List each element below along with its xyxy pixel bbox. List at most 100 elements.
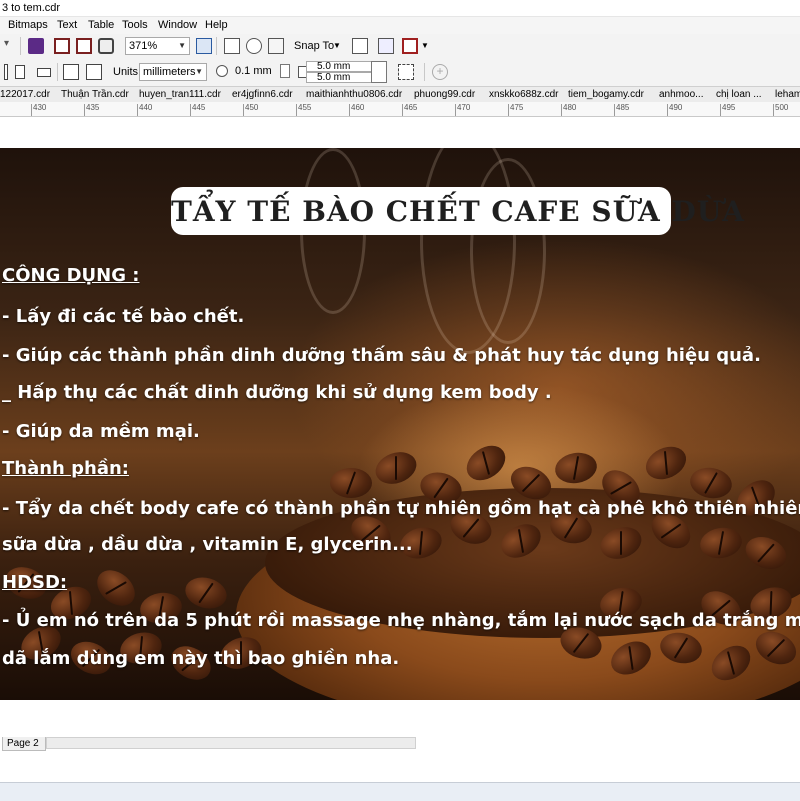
landscape-icon[interactable] [37,68,51,77]
coffee-bean [552,449,600,487]
units-value: millimeters [143,66,196,78]
show-guidelines-icon[interactable] [268,38,284,54]
ruler-label: 495 [722,103,736,112]
all-pages-icon[interactable] [63,64,79,80]
doc-tab[interactable]: er4jgfinn6.cdr [232,87,293,102]
horizontal-scrollbar[interactable] [46,737,416,749]
ruler-tick [31,104,32,116]
ruler-tick [773,104,774,116]
portrait-icon[interactable] [15,65,25,79]
units-label: Units: [113,66,142,78]
doc-tab[interactable]: leham [775,87,800,102]
ruler-tick [296,104,297,116]
ruler-label: 450 [245,103,259,112]
property-bar: Units: millimeters ▼ 0.1 mm 5.0 mm 5.0 m… [0,58,800,87]
duplicate-x-field[interactable]: 5.0 mm [306,61,376,72]
artwork-title[interactable]: TẨY TẾ BÀO CHẾT CAFE SỮA DỪA [171,187,744,235]
ruler-label: 500 [775,103,789,112]
horizontal-ruler[interactable]: 430 435 440 445 450 455 460 465 470 475 … [0,102,800,117]
ruler-label: 480 [563,103,577,112]
status-bar [0,782,800,801]
chevron-down-icon[interactable]: ▼ [333,38,341,54]
artwork-text-line[interactable]: _ Hấp thụ các chất dinh dưỡng khi sử dụn… [2,382,552,403]
full-screen-preview-icon[interactable] [196,38,212,54]
duplicate-y-field[interactable]: 5.0 mm [306,72,376,83]
current-page-icon[interactable] [86,64,102,80]
artwork-text-line[interactable]: - Lấy đi các tế bào chết. [2,306,244,327]
show-grid-icon[interactable] [246,38,262,54]
menu-bitmaps[interactable]: Bitmaps [8,17,48,34]
artwork-text-line[interactable]: dã lắm dùng em này thì bao ghiền nha. [2,648,399,669]
section-heading-uses[interactable]: CÔNG DỤNG : [2,265,139,286]
toolbar-separator [216,37,217,55]
section-heading-ingredients[interactable]: Thành phần: [2,458,129,479]
ruler-label: 430 [33,103,47,112]
doc-tab[interactable]: xnskko688z.cdr [489,87,558,102]
options-icon[interactable] [352,38,368,54]
ruler-tick [720,104,721,116]
menu-help[interactable]: Help [205,17,228,34]
doc-tab[interactable]: Thuận Trần.cdr [61,87,129,102]
chevron-down-icon[interactable]: ▼ [421,38,429,54]
menu-tools[interactable]: Tools [122,17,148,34]
menu-bar: Bitmaps Text Table Tools Window Help [0,17,800,34]
artwork-text-line[interactable]: sữa dừa , dầu dừa , vitamin E, glycerin.… [2,534,413,555]
ruler-tick [137,104,138,116]
ruler-tick [614,104,615,116]
add-icon[interactable]: + [432,64,448,80]
ruler-tick [667,104,668,116]
spinner-icon[interactable] [280,64,290,78]
chevron-down-icon: ▼ [195,67,203,76]
toolbar-separator [57,63,58,81]
treat-as-filled-icon[interactable] [398,64,414,80]
ruler-tick [190,104,191,116]
menu-window[interactable]: Window [158,17,197,34]
ruler-tick [402,104,403,116]
ruler-label: 470 [457,103,471,112]
chevron-down-icon: ▼ [178,41,186,50]
welcome-screen-icon[interactable] [378,38,394,54]
export-icon[interactable] [76,38,92,54]
zoom-level-select[interactable]: 371% ▼ [125,37,190,55]
doc-tab[interactable]: anhmoo... [659,87,703,102]
spinner-icon[interactable] [371,61,387,83]
units-select[interactable]: millimeters ▼ [139,63,207,81]
doc-tab[interactable]: phuong99.cdr [414,87,475,102]
publish-pdf-icon[interactable] [98,38,114,54]
menu-table[interactable]: Table [88,17,114,34]
import-icon[interactable] [54,38,70,54]
doc-tab[interactable]: chị loan ... [716,87,762,102]
show-rulers-icon[interactable] [224,38,240,54]
duplicate-y-value: 5.0 mm [317,72,351,83]
ruler-tick [84,104,85,116]
ruler-tick [349,104,350,116]
toolbar-separator [424,63,425,81]
ruler-tick [243,104,244,116]
coffee-bean [371,446,421,490]
artwork-text-line[interactable]: - Ủ em nó trên da 5 phút rồi massage nhẹ… [2,610,800,631]
duplicate-x-value: 5.0 mm [317,61,351,72]
doc-tab[interactable]: tiem_bogamy.cdr [568,87,644,102]
standard-toolbar: ▾ 371% ▼ Snap To ▼ ▼ [0,34,800,59]
application-launcher-icon[interactable] [402,38,418,54]
chevron-down-icon[interactable]: ▾ [4,38,20,54]
ruler-tick [561,104,562,116]
ruler-tick [455,104,456,116]
page-tab[interactable]: Page 2 [2,737,46,751]
artwork-text-line[interactable]: - Tẩy da chết body cafe có thành phần tự… [2,498,800,519]
corel-launcher-icon[interactable] [28,38,44,54]
zoom-level-value: 371% [129,40,158,52]
doc-tab[interactable]: huyen_tran111.cdr [139,87,221,102]
artwork-text-line[interactable]: - Giúp da mềm mại. [2,421,200,442]
steam-swirl [470,158,546,344]
snap-to-button[interactable]: Snap To [294,38,334,54]
page-orientation-icon[interactable] [4,64,8,80]
doc-tab[interactable]: maithianhthu0806.cdr [306,87,402,102]
artwork-text-line[interactable]: - Giúp các thành phần dinh dưỡng thấm sâ… [2,345,761,366]
doc-tab[interactable]: 122017.cdr [0,87,50,102]
nudge-distance-value: 0.1 mm [235,65,272,77]
menu-text[interactable]: Text [57,17,77,34]
nudge-icon [216,65,228,77]
ruler-label: 460 [351,103,365,112]
section-heading-usage[interactable]: HDSD: [2,572,67,593]
